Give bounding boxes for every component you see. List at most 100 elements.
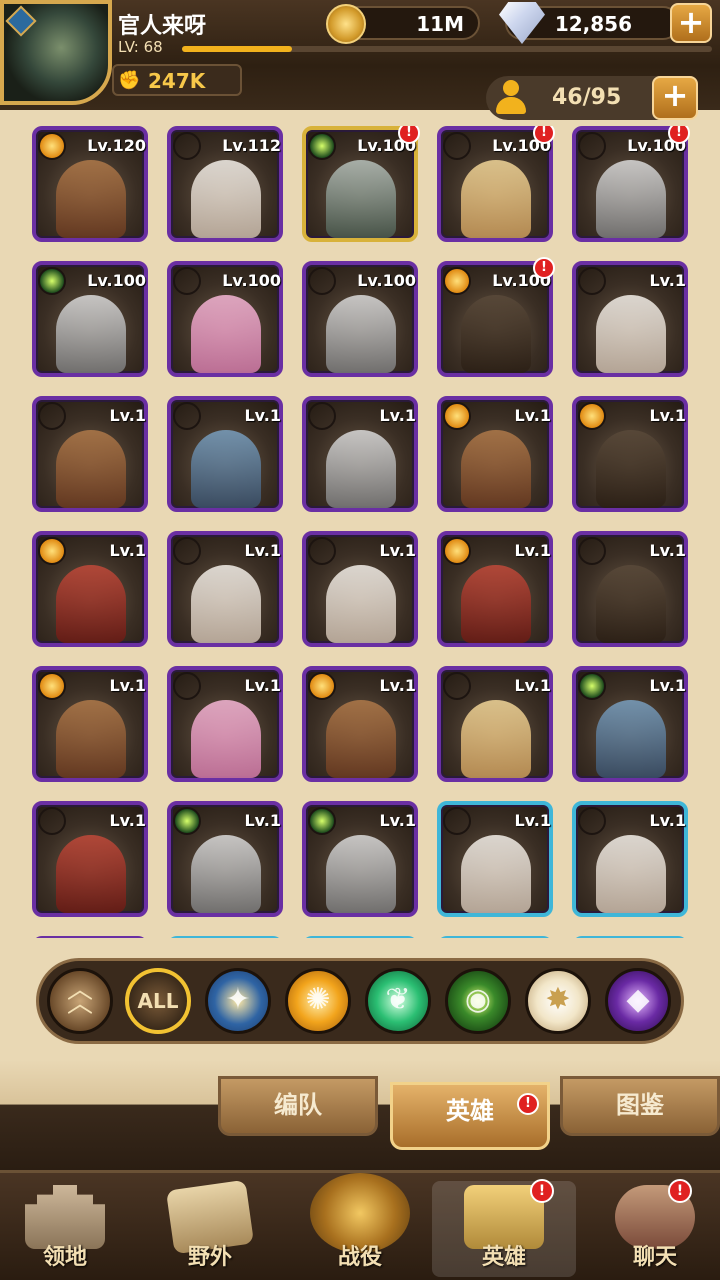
hero-card[interactable]: Lv.1	[437, 666, 553, 782]
hero-card[interactable]: Lv.1	[302, 666, 418, 782]
hero-card[interactable]	[572, 936, 688, 938]
eye-faction-icon	[578, 672, 606, 700]
hero-card[interactable]	[167, 936, 283, 938]
alert-badge-icon: !	[668, 126, 690, 144]
hero-level: Lv.1	[109, 676, 146, 695]
hero-level: Lv.1	[109, 541, 146, 560]
collapse-filter-button[interactable]: ︿ ︿	[47, 968, 113, 1034]
hero-card[interactable]	[32, 936, 148, 938]
tab-formation[interactable]: 编队	[218, 1076, 378, 1136]
nav-chat[interactable]: 聊天 !	[590, 1179, 720, 1277]
nav-battle-label: 战役	[337, 1245, 382, 1270]
hero-level: Lv.120	[87, 136, 146, 155]
hero-card[interactable]: Lv.100	[302, 261, 418, 377]
hero-card[interactable]	[302, 936, 418, 938]
hero-portrait	[326, 700, 396, 778]
hero-level: Lv.1	[244, 811, 281, 830]
alert-badge-icon: !	[517, 1093, 539, 1115]
hero-card[interactable]: Lv.100!	[302, 126, 420, 242]
hero-portrait	[191, 160, 261, 238]
hero-card[interactable]: Lv.1	[32, 666, 148, 782]
hero-card[interactable]: Lv.112	[167, 126, 283, 242]
hero-level: Lv.1	[514, 676, 551, 695]
hero-card[interactable]: Lv.1	[572, 666, 688, 782]
buy-gems-button[interactable]: +	[670, 3, 712, 43]
sun-emblem-icon: ✺	[305, 982, 331, 1017]
hero-card[interactable]: Lv.1	[437, 531, 553, 647]
hero-level: Lv.1	[649, 271, 686, 290]
gem-counter[interactable]: 12,856	[499, 2, 680, 44]
hero-level: Lv.1	[244, 676, 281, 695]
hero-card[interactable]: Lv.100	[167, 261, 283, 377]
filter-all-button[interactable]: ALL	[125, 968, 191, 1034]
hero-level: Lv.100	[87, 271, 146, 290]
tab-heroes[interactable]: 英雄 !	[390, 1082, 550, 1150]
nav-battle[interactable]: 战役	[295, 1173, 425, 1277]
filter-fire-button[interactable]: ✺	[285, 968, 351, 1034]
expand-capacity-button[interactable]: +	[652, 76, 698, 120]
hero-portrait	[596, 700, 666, 778]
nav-outdoor[interactable]: 野外	[145, 1179, 275, 1277]
hero-card[interactable]: Lv.1	[167, 531, 283, 647]
hero-card[interactable]: Lv.1	[302, 396, 418, 512]
hero-card[interactable]: Lv.1	[302, 531, 418, 647]
gold-counter[interactable]: 11M	[326, 4, 480, 44]
nav-territory[interactable]: 领地	[0, 1181, 130, 1277]
hero-portrait	[461, 430, 531, 508]
fire-faction-icon	[38, 672, 66, 700]
alert-badge-icon: !	[530, 1179, 554, 1203]
light-faction-icon	[578, 537, 606, 565]
filter-eye-button[interactable]: ◉	[445, 968, 511, 1034]
light-faction-icon	[173, 672, 201, 700]
hero-card[interactable]: Lv.1	[437, 396, 553, 512]
alert-badge-icon: !	[668, 1179, 692, 1203]
hero-card[interactable]: Lv.100!	[437, 126, 555, 242]
tab-codex[interactable]: 图鉴	[560, 1076, 720, 1136]
hero-subtabs: 编队 英雄 ! 图鉴	[0, 1060, 720, 1170]
hero-card[interactable]: Lv.1	[572, 261, 688, 377]
player-avatar[interactable]	[0, 0, 112, 105]
hero-card[interactable]: Lv.1	[32, 801, 148, 917]
nature-faction-icon	[173, 537, 201, 565]
hero-level: Lv.1	[649, 811, 686, 830]
hero-card[interactable]: Lv.1	[572, 396, 688, 512]
power-display: ✊ 247K	[112, 64, 242, 96]
filter-holy-button[interactable]: ✸	[525, 968, 591, 1034]
hero-card[interactable]	[437, 936, 553, 938]
hero-card[interactable]: Lv.1	[167, 801, 283, 917]
hero-card[interactable]: Lv.100!	[572, 126, 690, 242]
hero-level: Lv.1	[379, 676, 416, 695]
xp-bar-fill	[182, 46, 292, 52]
hero-card[interactable]: Lv.120	[32, 126, 148, 242]
eye-faction-icon	[173, 807, 201, 835]
light-faction-icon	[578, 132, 606, 160]
filter-nature-button[interactable]: ❦	[365, 968, 431, 1034]
nature-faction-icon	[173, 267, 201, 295]
filter-light-button[interactable]: ✦	[205, 968, 271, 1034]
nav-heroes[interactable]: 英雄 !	[432, 1179, 576, 1277]
hero-card[interactable]: Lv.1	[167, 666, 283, 782]
hero-card[interactable]: Lv.1	[167, 396, 283, 512]
hero-card[interactable]: Lv.1	[32, 396, 148, 512]
hero-level: Lv.1	[649, 541, 686, 560]
hero-portrait	[56, 295, 126, 373]
hero-level: Lv.1	[649, 406, 686, 425]
light-faction-icon	[308, 402, 336, 430]
hero-portrait	[326, 430, 396, 508]
nav-heroes-label: 英雄	[481, 1245, 526, 1270]
hero-portrait	[191, 565, 261, 643]
hero-card[interactable]: Lv.1	[32, 531, 148, 647]
hero-card[interactable]: Lv.1	[572, 531, 688, 647]
nav-outdoor-label: 野外	[187, 1245, 232, 1270]
hero-card[interactable]: Lv.1	[572, 801, 688, 917]
hero-portrait	[461, 295, 531, 373]
hero-capacity-value: 46/95	[552, 85, 622, 110]
filter-dark-button[interactable]: ◆	[605, 968, 671, 1034]
hero-card[interactable]: Lv.1	[437, 801, 553, 917]
hero-card[interactable]: Lv.100	[32, 261, 148, 377]
hero-portrait	[326, 835, 396, 913]
hero-card[interactable]: Lv.1	[302, 801, 418, 917]
hero-card[interactable]: Lv.100!	[437, 257, 555, 377]
leaf-icon: ❦	[385, 982, 411, 1017]
hero-portrait	[596, 430, 666, 508]
